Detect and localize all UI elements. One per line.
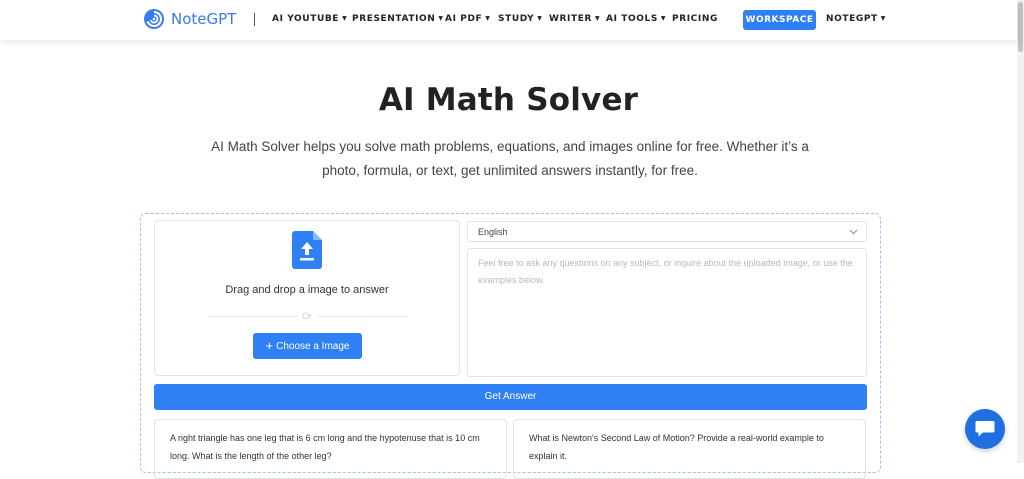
choose-image-button[interactable]: + Choose a Image: [253, 333, 362, 359]
caret-down-icon: ▼: [660, 15, 667, 22]
caret-down-icon: ▼: [438, 15, 444, 22]
caret-down-icon: ▼: [485, 15, 491, 22]
page-scrollbar[interactable]: [1017, 0, 1024, 463]
notegpt-logo-icon: [144, 9, 164, 29]
example-card[interactable]: A right triangle has one leg that is 6 c…: [154, 419, 507, 479]
nav-item-writer[interactable]: WRITER ▼: [549, 14, 600, 24]
nav-item-ai-youtube[interactable]: AI YOUTUBE ▼: [272, 14, 347, 24]
nav-item-ai-tools[interactable]: AI TOOLS ▼: [606, 14, 666, 24]
example-text: A right triangle has one leg that is 6 c…: [170, 433, 480, 461]
upload-file-icon: [292, 231, 322, 269]
caret-down-icon: ▼: [537, 15, 543, 22]
page-subtitle: AI Math Solver helps you solve math prob…: [211, 139, 809, 178]
chevron-down-icon: [849, 229, 858, 235]
nav-item-pricing[interactable]: PRICING: [672, 14, 718, 24]
nav-divider: [254, 13, 255, 26]
chat-button[interactable]: [965, 409, 1005, 449]
top-navbar: NoteGPT AI YOUTUBE ▼ PRESENTATION ▼ AI PDF…: [0, 0, 1017, 40]
workspace-button[interactable]: WORKSPACE: [743, 10, 816, 30]
dropzone-instruction: Drag and drop a image to answer: [225, 284, 389, 296]
caret-down-icon: ▼: [342, 15, 348, 22]
question-placeholder: Feel free to ask any questions on any su…: [478, 258, 853, 285]
page-title: AI Math Solver: [378, 82, 639, 118]
nav-item-presentation[interactable]: PRESENTATION ▼: [352, 14, 444, 24]
brand-name: NoteGPT: [171, 10, 237, 28]
question-textarea[interactable]: Feel free to ask any questions on any su…: [467, 248, 867, 377]
caret-down-icon: ▼: [880, 15, 887, 22]
or-separator: Or: [302, 311, 312, 321]
nav-item-ai-pdf[interactable]: AI PDF ▼: [445, 14, 490, 24]
example-card[interactable]: What is Newton's Second Law of Motion? P…: [513, 419, 866, 479]
caret-down-icon: ▼: [595, 15, 601, 22]
plus-icon: +: [265, 338, 274, 353]
language-value: English: [478, 227, 508, 237]
language-select[interactable]: English: [467, 221, 867, 242]
scrollbar-thumb[interactable]: [1018, 2, 1023, 52]
chat-bubble-icon: [975, 421, 995, 437]
nav-item-study[interactable]: STUDY ▼: [498, 14, 542, 24]
brand-logo[interactable]: NoteGPT: [143, 8, 236, 30]
nav-item-account[interactable]: NOTEGPT ▼: [826, 14, 886, 24]
example-text: What is Newton's Second Law of Motion? P…: [529, 433, 824, 461]
get-answer-button[interactable]: Get Answer: [154, 384, 867, 410]
